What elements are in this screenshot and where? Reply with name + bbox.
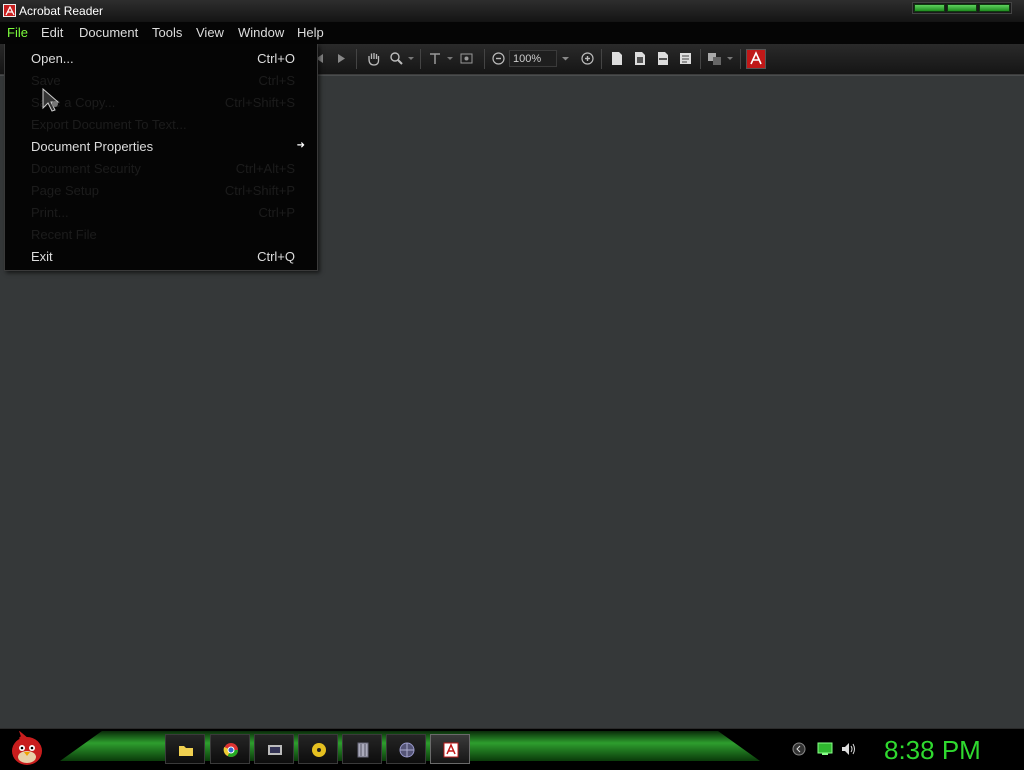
- rotate-dropdown-icon[interactable]: [726, 51, 734, 66]
- menu-tools[interactable]: Tools: [152, 25, 182, 40]
- title-bar: Acrobat Reader: [0, 0, 1024, 23]
- zoom-in-icon[interactable]: [580, 51, 595, 66]
- chrome-icon: [223, 743, 238, 757]
- toolbar-divider: [356, 49, 357, 69]
- menu-item-label: Recent File: [31, 227, 97, 242]
- toolbar-divider: [740, 49, 741, 69]
- snapshot-tool-icon[interactable]: [459, 51, 474, 66]
- window-controls: [912, 2, 1012, 14]
- menu-item-label: Open...: [31, 51, 74, 66]
- taskbar-button-acrobat[interactable]: [430, 734, 470, 764]
- maximize-button[interactable]: [946, 4, 978, 12]
- file-menu-dropdown: Open... Ctrl+O Save Ctrl+S Save a Copy..…: [4, 44, 318, 271]
- menu-item-label: Document Properties: [31, 139, 154, 154]
- menu-item-shortcut: Ctrl+Shift+P: [224, 183, 295, 198]
- rotate-view-icon[interactable]: [707, 51, 722, 66]
- fit-page-icon[interactable]: [632, 51, 647, 66]
- network-icon[interactable]: [817, 742, 833, 759]
- reflow-icon[interactable]: [678, 51, 693, 66]
- text-select-tool-icon[interactable]: [428, 51, 443, 66]
- mouse-cursor-icon: [42, 87, 64, 115]
- taskbar-button-disc[interactable]: [298, 734, 338, 764]
- menu-item-recent-file: Recent File: [5, 223, 315, 245]
- fit-width-icon[interactable]: [655, 51, 670, 66]
- menu-item-export-text: Export Document To Text...: [5, 113, 315, 135]
- menu-item-document-security: Document Security Ctrl+Alt+S: [5, 157, 315, 179]
- acrobat-icon: [443, 742, 459, 758]
- start-button[interactable]: [10, 730, 44, 767]
- menu-item-label: Print...: [31, 205, 69, 220]
- taskbar-button-chrome[interactable]: [210, 734, 250, 764]
- zoom-dropdown-icon[interactable]: [561, 51, 571, 66]
- zoom-tool-icon[interactable]: [389, 51, 404, 66]
- hand-tool-icon[interactable]: [366, 51, 381, 66]
- toolbar-divider: [420, 49, 421, 69]
- zoom-out-icon[interactable]: [491, 51, 506, 66]
- menu-item-shortcut: Ctrl+Alt+S: [235, 161, 295, 176]
- folder-icon: [179, 746, 193, 756]
- close-button[interactable]: [979, 4, 1011, 12]
- actual-size-icon[interactable]: [609, 51, 624, 66]
- toolbar-divider: [484, 49, 485, 69]
- taskbar-button-globe[interactable]: [386, 734, 426, 764]
- file-cabinet-icon: [357, 742, 369, 758]
- disc-icon: [312, 743, 326, 757]
- volume-icon[interactable]: [841, 742, 857, 759]
- menu-item-shortcut: Ctrl+P: [258, 205, 295, 220]
- toolbar-divider: [700, 49, 701, 69]
- taskbar-button-files[interactable]: [342, 734, 382, 764]
- text-select-dropdown-icon[interactable]: [446, 51, 454, 66]
- menu-bar: File Edit Document Tools View Window Hel…: [0, 22, 1024, 44]
- taskbar-button-explorer[interactable]: [165, 734, 205, 764]
- adobe-logo-icon: [746, 49, 766, 69]
- menu-item-document-properties[interactable]: Document Properties ➜: [5, 135, 315, 157]
- menu-item-label: Document Security: [31, 161, 141, 176]
- menu-view[interactable]: View: [196, 25, 224, 40]
- menu-document[interactable]: Document: [79, 25, 138, 40]
- taskbar-clock[interactable]: 8:38 PM: [884, 735, 981, 766]
- media-player-icon: [268, 745, 282, 755]
- acrobat-app-icon: [3, 4, 16, 17]
- menu-item-label: Save: [31, 73, 61, 88]
- menu-file[interactable]: File: [7, 25, 28, 40]
- globe-icon: [399, 742, 415, 758]
- taskbar: 8:38 PM: [0, 728, 1024, 769]
- toolbar-divider: [601, 49, 602, 69]
- menu-item-label: Exit: [31, 249, 53, 264]
- menu-item-print: Print... Ctrl+P: [5, 201, 315, 223]
- menu-edit[interactable]: Edit: [41, 25, 63, 40]
- menu-window[interactable]: Window: [238, 25, 284, 40]
- menu-item-shortcut: Ctrl+S: [258, 73, 295, 88]
- submenu-arrow-icon: ➜: [296, 140, 305, 151]
- menu-item-label: Page Setup: [31, 183, 99, 198]
- menu-item-exit[interactable]: Exit Ctrl+Q: [5, 245, 315, 267]
- menu-item-open[interactable]: Open... Ctrl+O: [5, 47, 315, 69]
- menu-item-label: Export Document To Text...: [31, 117, 187, 132]
- back-arrow-icon[interactable]: [792, 742, 806, 759]
- menu-item-shortcut: Ctrl+Q: [257, 249, 295, 264]
- taskbar-button-media[interactable]: [254, 734, 294, 764]
- window-title: Acrobat Reader: [19, 4, 104, 18]
- minimize-button[interactable]: [914, 4, 945, 12]
- next-page-icon[interactable]: [334, 51, 349, 66]
- menu-help[interactable]: Help: [297, 25, 324, 40]
- menu-item-shortcut: Ctrl+Shift+S: [224, 95, 295, 110]
- menu-item-page-setup: Page Setup Ctrl+Shift+P: [5, 179, 315, 201]
- zoom-tool-dropdown-icon[interactable]: [407, 51, 415, 66]
- zoom-level-field[interactable]: 100%: [509, 50, 557, 67]
- menu-item-shortcut: Ctrl+O: [257, 51, 295, 66]
